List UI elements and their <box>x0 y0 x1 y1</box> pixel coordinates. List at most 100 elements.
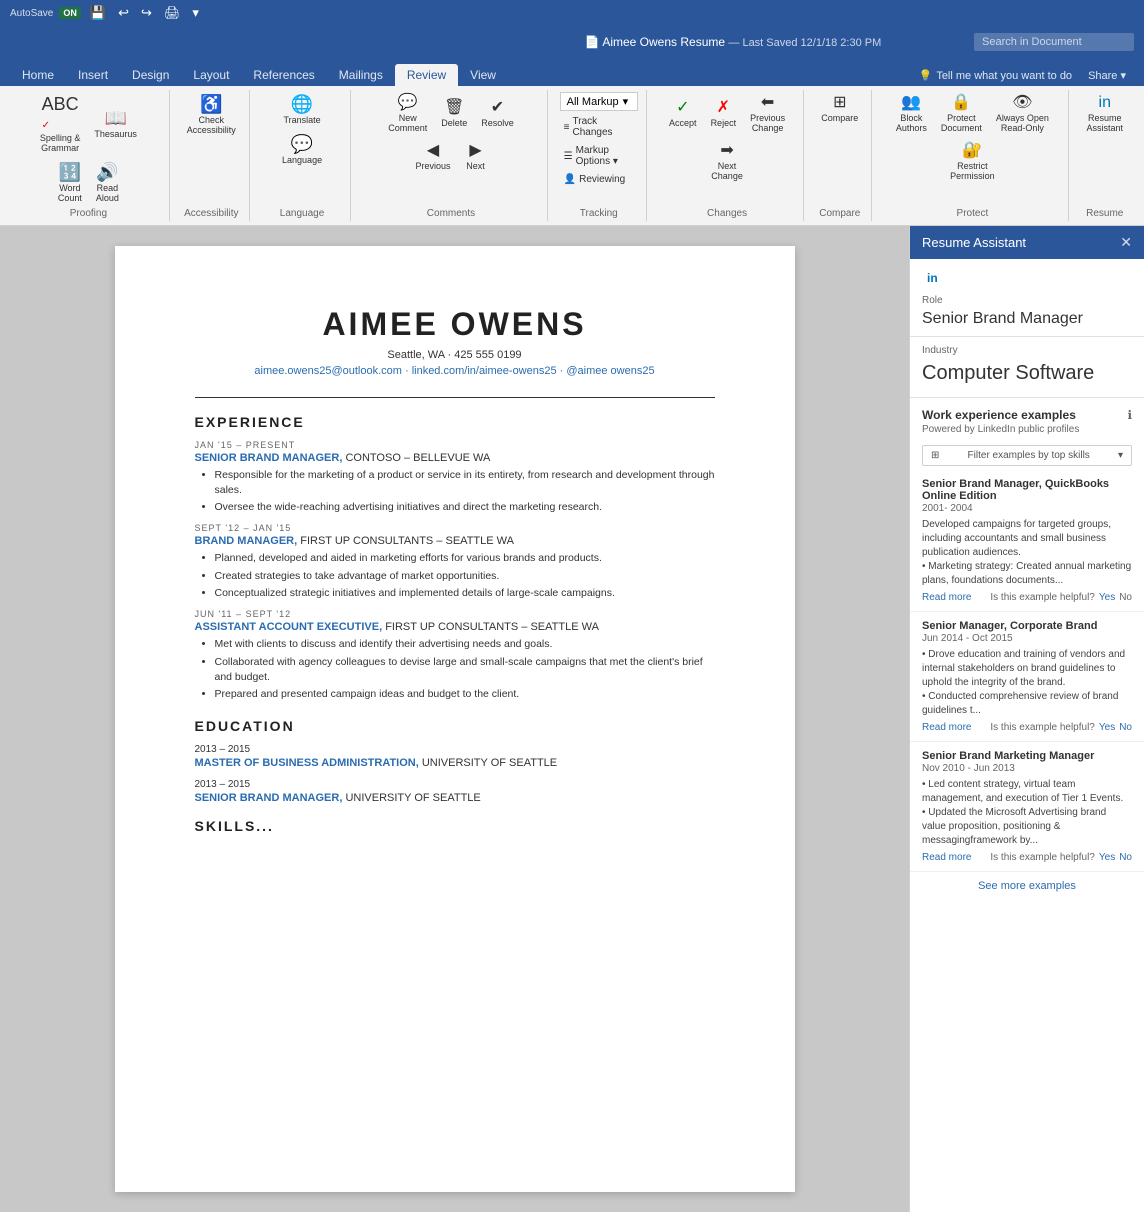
translate-icon: 🌐 <box>291 95 313 113</box>
example-text-1: Developed campaigns for targeted groups,… <box>922 518 1132 588</box>
examples-list: Senior Brand Manager, QuickBooks Online … <box>910 470 1144 1212</box>
see-more-button[interactable]: See more examples <box>910 872 1144 900</box>
always-open-read-only-button[interactable]: 👁 Always OpenRead-Only <box>991 92 1054 136</box>
no-button-2[interactable]: No <box>1119 722 1132 733</box>
reviewing-button[interactable]: 👤 Reviewing <box>560 172 638 187</box>
filter-label: Filter examples by top skills <box>968 450 1090 461</box>
share-button[interactable]: Share ▾ <box>1080 65 1134 86</box>
save-icon[interactable]: 💾 <box>87 4 109 22</box>
resolve-button[interactable]: ✔ Resolve <box>476 97 519 131</box>
proofing-items: ABC✓ Spelling &Grammar 📖 Thesaurus 🔢 Wor… <box>16 92 161 206</box>
read-more-2[interactable]: Read more <box>922 722 971 733</box>
tab-layout[interactable]: Layout <box>181 64 241 86</box>
ra-close-button[interactable]: ✕ <box>1120 234 1132 251</box>
experience-section-title: EXPERIENCE <box>195 414 715 430</box>
spelling-grammar-button[interactable]: ABC✓ Spelling &Grammar <box>35 92 86 156</box>
translate-button[interactable]: 🌐 Translate <box>278 92 325 128</box>
bullet: Met with clients to discuss and identify… <box>215 637 715 652</box>
compare-icon: ⊞ <box>833 95 846 111</box>
search-input[interactable] <box>974 33 1134 51</box>
word-count-button[interactable]: 🔢 WordCount <box>53 160 87 206</box>
resume-name: AIMEE OWENS <box>195 306 715 343</box>
compare-button[interactable]: ⊞ Compare <box>816 92 863 126</box>
title-bar: 📄 Aimee Owens Resume — Last Saved 12/1/1… <box>0 26 1144 58</box>
document-area[interactable]: AIMEE OWENS Seattle, WA · 425 555 0199 a… <box>0 226 909 1212</box>
reject-icon: ✗ <box>717 100 730 116</box>
language-icon: 💬 <box>291 135 313 153</box>
tab-view[interactable]: View <box>458 64 508 86</box>
role-label: Role <box>910 293 1144 308</box>
yes-button-1[interactable]: Yes <box>1099 592 1115 603</box>
resume-contact: aimee.owens25@outlook.com · linked.com/i… <box>195 365 715 377</box>
helpful-separator-1: No <box>1119 592 1132 603</box>
role-value[interactable]: Senior Brand Manager <box>910 308 1144 337</box>
word-count-icon: 🔢 <box>59 163 81 181</box>
edu-title-2: SENIOR BRAND MANAGER, UNIVERSITY OF SEAT… <box>195 792 715 804</box>
resolve-icon: ✔ <box>491 100 504 116</box>
skills-placeholder: SKILLS... <box>195 818 715 834</box>
undo-icon[interactable]: ↩ <box>115 4 132 22</box>
example-text-3: • Led content strategy, virtual team man… <box>922 778 1132 848</box>
read-more-1[interactable]: Read more <box>922 592 971 603</box>
edu-company-1: UNIVERSITY OF SEATTLE <box>422 757 557 769</box>
main-area: AIMEE OWENS Seattle, WA · 425 555 0199 a… <box>0 226 1144 1212</box>
markup-dropdown[interactable]: All Markup ▾ <box>560 92 638 111</box>
check-accessibility-button[interactable]: ♿ CheckAccessibility <box>182 92 241 138</box>
previous-comment-button[interactable]: ◀ Previous <box>410 140 455 174</box>
job-bullets-2: Planned, developed and aided in marketin… <box>195 551 715 601</box>
proofing-label: Proofing <box>70 208 107 219</box>
new-comment-button[interactable]: 💬 NewComment <box>383 92 432 136</box>
track-changes-button[interactable]: ≡ Track Changes <box>560 114 638 140</box>
filter-bar[interactable]: ⊞ Filter examples by top skills ▾ <box>922 445 1132 466</box>
tell-me[interactable]: 💡 Tell me what you want to do <box>911 65 1080 86</box>
next-comment-button[interactable]: ▶ Next <box>459 140 491 174</box>
saved-text: — Last Saved 12/1/18 2:30 PM <box>728 37 881 49</box>
more-icon[interactable]: ▾ <box>189 4 202 22</box>
tab-insert[interactable]: Insert <box>66 64 120 86</box>
block-authors-button[interactable]: 👥 BlockAuthors <box>891 92 932 136</box>
no-button-3[interactable]: No <box>1119 852 1132 863</box>
restrict-permission-button[interactable]: 🔐 RestrictPermission <box>945 140 1000 184</box>
tab-design[interactable]: Design <box>120 64 181 86</box>
example-item-2: Senior Manager, Corporate Brand Jun 2014… <box>910 612 1144 742</box>
resume-assistant-button[interactable]: in ResumeAssistant <box>1081 92 1128 136</box>
resume-items: in ResumeAssistant <box>1081 92 1128 136</box>
protect-document-button[interactable]: 🔒 ProtectDocument <box>936 92 987 136</box>
title-bar-right <box>974 33 1134 51</box>
yes-button-3[interactable]: Yes <box>1099 852 1115 863</box>
delete-comment-button[interactable]: 🗑 Delete <box>436 97 472 131</box>
job-date-1: JAN '15 – PRESENT <box>195 440 715 450</box>
job-title-2: BRAND MANAGER, FIRST UP CONSULTANTS – SE… <box>195 535 715 547</box>
work-examples-title: Work experience examples <box>922 408 1076 422</box>
print-icon[interactable]: 🖨 <box>161 4 184 22</box>
bullet: Conceptualized strategic initiatives and… <box>215 586 715 601</box>
autosave-toggle[interactable]: ON <box>59 7 81 19</box>
reject-button[interactable]: ✗ Reject <box>706 97 742 131</box>
example-item-1: Senior Brand Manager, QuickBooks Online … <box>910 470 1144 612</box>
accept-button[interactable]: ✓ Accept <box>664 97 702 131</box>
yes-button-2[interactable]: Yes <box>1099 722 1115 733</box>
edu-title-1: MASTER OF BUSINESS ADMINISTRATION, UNIVE… <box>195 757 715 769</box>
redo-icon[interactable]: ↪ <box>138 4 155 22</box>
read-aloud-button[interactable]: 🔊 ReadAloud <box>91 160 124 206</box>
tab-references[interactable]: References <box>241 64 326 86</box>
job-bullets-3: Met with clients to discuss and identify… <box>195 637 715 702</box>
job-highlight-2: BRAND MANAGER, <box>195 535 298 547</box>
language-button[interactable]: 💬 Language <box>277 132 327 168</box>
industry-value[interactable]: Computer Software <box>910 358 1144 398</box>
resume-assistant-icon: in <box>1099 95 1111 111</box>
read-more-3[interactable]: Read more <box>922 852 971 863</box>
tab-review[interactable]: Review <box>395 64 458 86</box>
work-examples-subtitle: Powered by LinkedIn public profiles <box>910 424 1144 441</box>
markup-options-button[interactable]: ☰ Markup Options ▾ <box>560 143 638 169</box>
example-dates-2: Jun 2014 - Oct 2015 <box>922 633 1132 644</box>
tab-mailings[interactable]: Mailings <box>327 64 395 86</box>
tab-home[interactable]: Home <box>10 64 66 86</box>
job-date-2: SEPT '12 – JAN '15 <box>195 523 715 533</box>
industry-label: Industry <box>910 343 1144 358</box>
previous-change-button[interactable]: ⬅ PreviousChange <box>745 92 790 136</box>
thesaurus-button[interactable]: 📖 Thesaurus <box>89 106 142 142</box>
ribbon-group-language: 🌐 Translate 💬 Language Language <box>254 90 351 221</box>
next-change-button[interactable]: ➡ NextChange <box>706 140 748 184</box>
bullet: Prepared and presented campaign ideas an… <box>215 687 715 702</box>
